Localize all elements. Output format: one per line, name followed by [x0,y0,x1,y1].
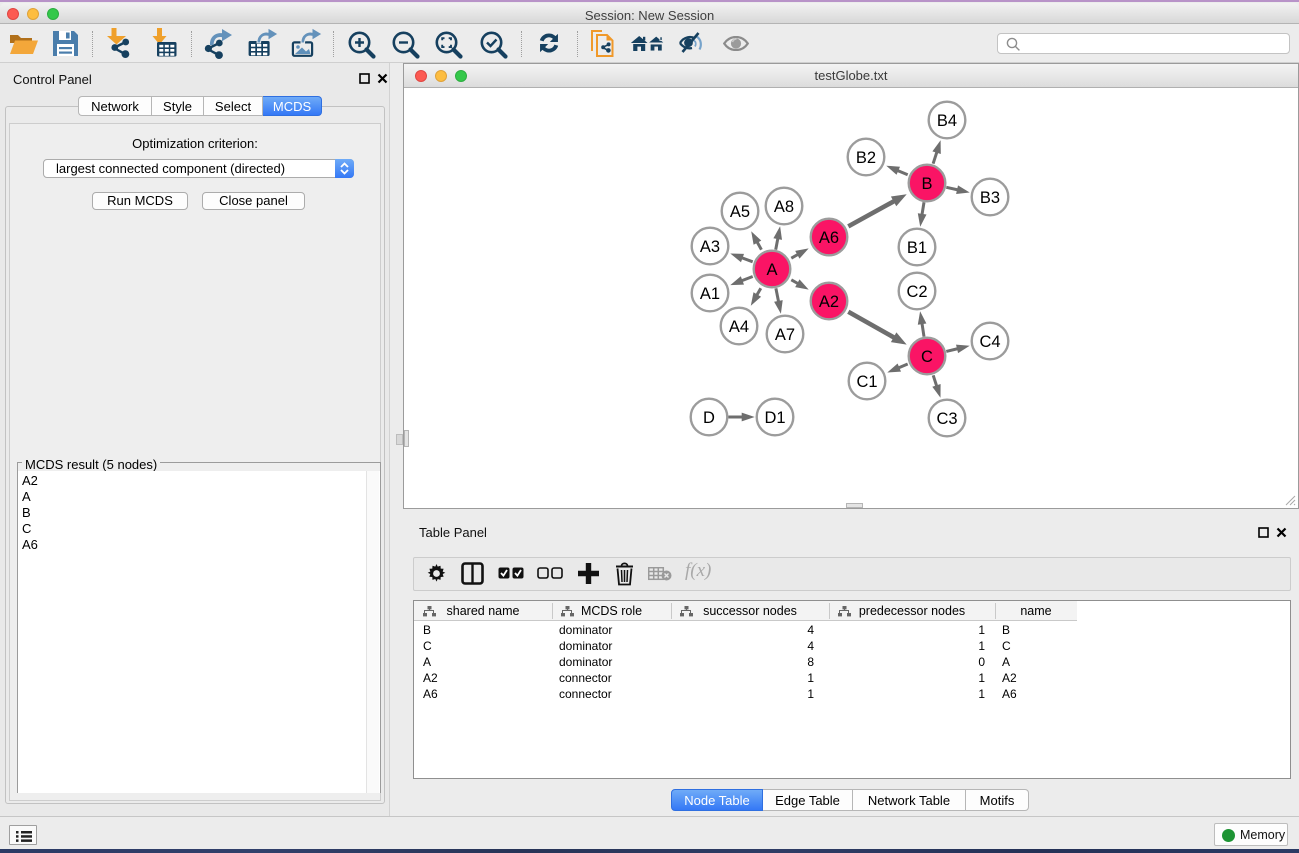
svg-text:A6: A6 [819,229,839,247]
svg-text:D: D [703,409,715,427]
svg-text:B2: B2 [856,149,876,167]
svg-text:A7: A7 [775,326,795,344]
svg-text:C4: C4 [979,333,1000,351]
svg-text:B3: B3 [980,189,1000,207]
svg-text:A3: A3 [700,238,720,256]
svg-text:C: C [921,348,933,366]
svg-text:B1: B1 [907,239,927,257]
svg-text:B: B [921,175,932,193]
svg-text:A2: A2 [819,293,839,311]
svg-text:C1: C1 [856,373,877,391]
svg-text:A4: A4 [729,318,749,336]
svg-text:A8: A8 [774,198,794,216]
svg-text:A: A [766,261,777,279]
svg-text:D1: D1 [764,409,785,427]
svg-text:A1: A1 [700,285,720,303]
svg-text:C3: C3 [936,410,957,428]
svg-text:B4: B4 [937,112,957,130]
svg-text:C2: C2 [906,283,927,301]
svg-text:A5: A5 [730,203,750,221]
